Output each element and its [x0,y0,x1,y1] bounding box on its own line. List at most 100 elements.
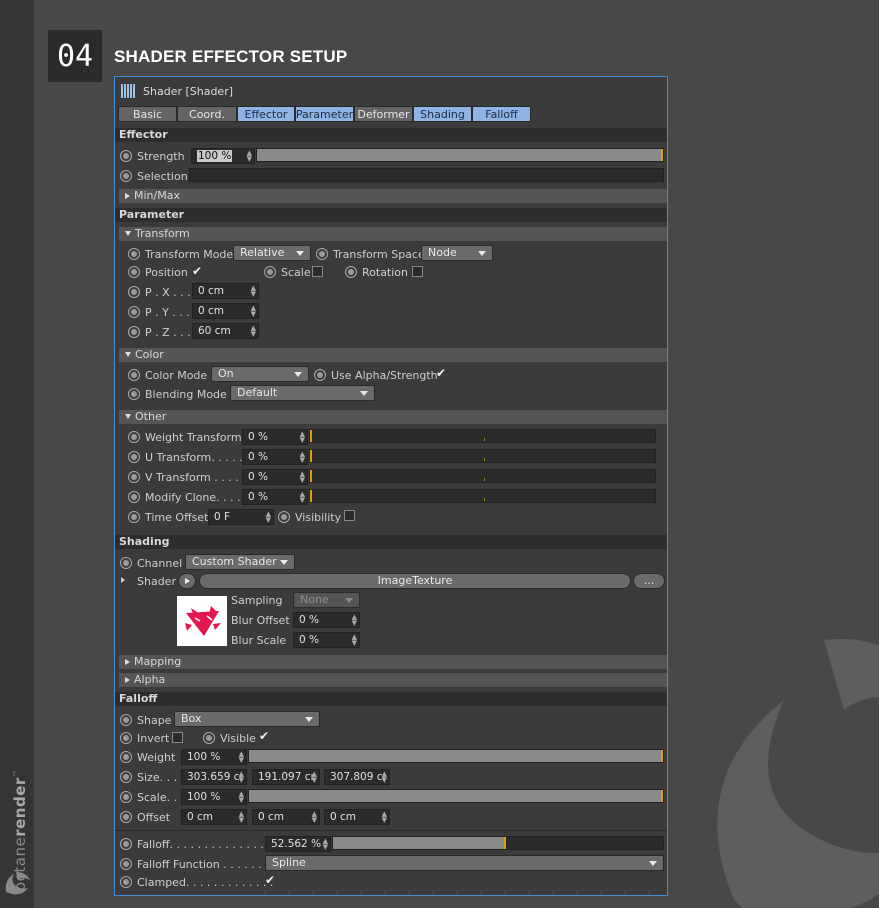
group-minmax[interactable]: Min/Max [119,189,667,203]
falloff-function-dropdown[interactable]: Spline [265,855,664,871]
time-offset-radio[interactable] [128,511,140,523]
transform-space-radio[interactable] [316,248,328,260]
scale-falloff-radio[interactable] [120,791,132,803]
shape-dropdown[interactable]: Box [174,711,320,727]
invert-checkbox[interactable] [172,732,183,743]
weight-transform-slider[interactable] [309,429,656,443]
time-offset-input[interactable]: 0 F ▲ ▼ [208,509,274,525]
size-radio[interactable] [120,771,132,783]
rotation-checkbox[interactable] [412,266,423,277]
size-z-input[interactable]: 307.809 cı ▲ ▼ [324,769,390,785]
shader-slot-button[interactable]: ImageTexture [199,573,631,589]
tab-basic[interactable]: Basic [118,106,177,122]
shader-more-button[interactable]: ... [633,573,665,589]
offset-x-input[interactable]: 0 cm ▲ ▼ [181,809,247,825]
clamped-radio[interactable] [120,876,132,888]
spinner-icon[interactable]: ▲ ▼ [300,491,305,504]
invert-radio[interactable] [120,732,132,744]
spinner-icon[interactable]: ▲ ▼ [247,150,252,163]
spinner-icon[interactable]: ▲ ▼ [251,305,256,318]
channel-radio[interactable] [120,557,132,569]
selection-field[interactable] [189,168,664,182]
spinner-icon[interactable]: ▲ ▼ [239,791,244,804]
group-other[interactable]: Other [119,410,667,424]
transform-space-dropdown[interactable]: Node [421,245,493,261]
spinner-icon[interactable]: ▲ ▼ [239,751,244,764]
position-checkbox[interactable]: ✔ [192,265,202,277]
falloff-function-radio[interactable] [120,858,132,870]
weight-input[interactable]: 100 % ▲ ▼ [181,749,247,765]
visibility-checkbox[interactable] [344,510,355,521]
spinner-icon[interactable]: ▲ ▼ [239,811,244,824]
pz-input[interactable]: 60 cm ▲ ▼ [192,323,259,339]
spinner-icon[interactable]: ▲ ▼ [251,285,256,298]
spinner-icon[interactable]: ▲ ▼ [300,431,305,444]
u-transform-radio[interactable] [128,451,140,463]
spinner-icon[interactable]: ▲ ▼ [352,614,357,627]
modify-clone-input[interactable]: 0 % ▲ ▼ [242,489,308,505]
tab-parameter[interactable]: Parameter [295,106,354,122]
tab-deformer[interactable]: Deformer [354,106,413,122]
u-transform-input[interactable]: 0 % ▲ ▼ [242,449,308,465]
spinner-icon[interactable]: ▲ ▼ [239,771,244,784]
tab-shading[interactable]: Shading [413,106,472,122]
blending-mode-dropdown[interactable]: Default [230,385,375,401]
offset-z-input[interactable]: 0 cm ▲ ▼ [324,809,390,825]
offset-y-input[interactable]: 0 cm ▲ ▼ [252,809,320,825]
modify-clone-slider[interactable] [309,489,656,503]
spinner-icon[interactable]: ▲ ▼ [300,471,305,484]
px-input[interactable]: 0 cm ▲ ▼ [192,283,259,299]
u-transform-slider[interactable] [309,449,656,463]
group-transform[interactable]: Transform [119,227,667,241]
spinner-icon[interactable]: ▲ ▼ [352,634,357,647]
tab-falloff[interactable]: Falloff [472,106,531,122]
transform-mode-dropdown[interactable]: Relative [233,245,311,261]
spinner-icon[interactable]: ▲ ▼ [312,771,317,784]
sampling-dropdown[interactable]: None [293,592,360,608]
size-y-input[interactable]: 191.097 cı ▲ ▼ [252,769,320,785]
blur-offset-input[interactable]: 0 % ▲ ▼ [293,612,360,628]
use-alpha-radio[interactable] [314,369,326,381]
offset-radio[interactable] [120,811,132,823]
spinner-icon[interactable]: ▲ ▼ [312,811,317,824]
v-transform-slider[interactable] [309,469,656,483]
weight-transform-input[interactable]: 0 % ▲ ▼ [242,429,308,445]
visible-checkbox[interactable]: ✔ [259,730,269,742]
shape-radio[interactable] [120,714,132,726]
clamped-checkbox[interactable]: ✔ [265,874,275,886]
blur-scale-input[interactable]: 0 % ▲ ▼ [293,632,360,648]
shader-menu-button[interactable] [178,573,196,589]
strength-anim-radio[interactable] [120,150,132,162]
channel-dropdown[interactable]: Custom Shader [185,554,295,570]
size-x-input[interactable]: 303.659 cı ▲ ▼ [181,769,247,785]
py-radio[interactable] [128,306,140,318]
falloff-slider[interactable] [332,836,664,850]
selection-anim-radio[interactable] [120,170,132,182]
transform-mode-radio[interactable] [128,248,140,260]
v-transform-input[interactable]: 0 % ▲ ▼ [242,469,308,485]
scale-falloff-slider[interactable] [248,789,664,803]
tab-coord[interactable]: Coord. [177,106,237,122]
weight-radio[interactable] [120,751,132,763]
use-alpha-checkbox[interactable]: ✔ [436,367,446,379]
v-transform-radio[interactable] [128,471,140,483]
modify-clone-radio[interactable] [128,491,140,503]
scale-falloff-input[interactable]: 100 % ▲ ▼ [181,789,247,805]
tab-effector[interactable]: Effector [237,106,295,122]
color-mode-radio[interactable] [128,369,140,381]
rotation-radio[interactable] [345,266,357,278]
pz-radio[interactable] [128,326,140,338]
px-radio[interactable] [128,286,140,298]
scale-radio[interactable] [264,266,276,278]
falloff-radio[interactable] [120,838,132,850]
strength-slider[interactable] [256,148,664,162]
group-alpha[interactable]: Alpha [119,673,667,687]
blending-mode-radio[interactable] [128,388,140,400]
visibility-radio[interactable] [278,511,290,523]
group-color[interactable]: Color [119,348,667,362]
spinner-icon[interactable]: ▲ ▼ [251,325,256,338]
spinner-icon[interactable]: ▲ ▼ [382,811,387,824]
spinner-icon[interactable]: ▲ ▼ [300,451,305,464]
color-mode-dropdown[interactable]: On [211,366,309,382]
weight-slider[interactable] [248,749,664,763]
